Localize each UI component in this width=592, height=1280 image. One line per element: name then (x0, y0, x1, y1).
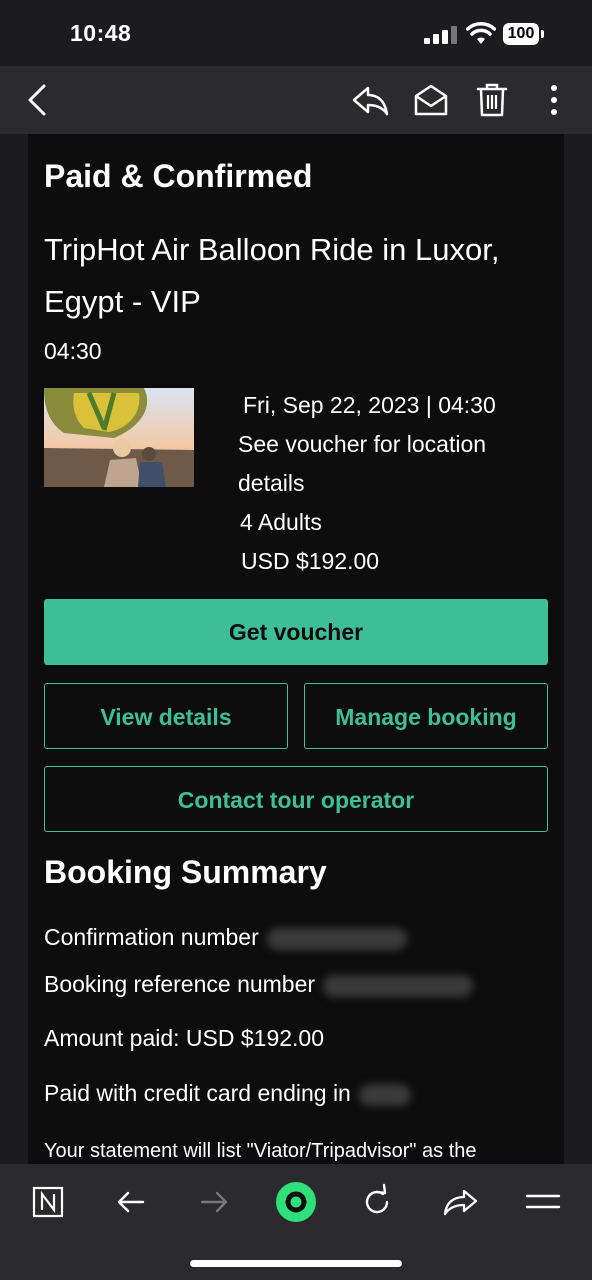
location-line-2: details (238, 470, 305, 496)
tour-price: USD $192.00 (241, 548, 380, 574)
view-details-button[interactable]: View details (44, 683, 288, 749)
email-body: Paid & Confirmed TripHot Air Balloon Rid… (28, 134, 564, 1164)
location-line-1: See voucher for location (238, 431, 487, 457)
tour-start-time: 04:30 (44, 338, 102, 364)
home-circle-icon[interactable] (274, 1180, 318, 1224)
confirmation-number-label: Confirmation number (44, 924, 259, 950)
tour-thumbnail[interactable] (44, 388, 194, 487)
battery-tip (541, 30, 544, 38)
status-bar: 10:48 100 (0, 0, 592, 66)
booking-reference-label: Booking reference number (44, 971, 316, 997)
tour-date-time: Fri, Sep 22, 2023 | 04:30 (243, 392, 496, 418)
redacted-value (323, 974, 474, 997)
back-arrow-icon[interactable] (109, 1180, 153, 1224)
redacted-value (266, 927, 407, 950)
booking-reference-row: Booking reference number (44, 971, 474, 998)
redacted-value (358, 1083, 411, 1106)
notion-icon[interactable] (26, 1180, 70, 1224)
refresh-icon[interactable] (355, 1180, 399, 1224)
status-time: 10:48 (70, 20, 132, 46)
tour-title[interactable]: TripHot Air Balloon Ride in Luxor, Egypt… (44, 224, 564, 328)
manage-booking-button[interactable]: Manage booking (304, 683, 548, 749)
amount-paid: Amount paid: USD $192.00 (44, 1025, 325, 1051)
balloon-photo (44, 388, 194, 487)
envelope-open-icon[interactable] (411, 80, 451, 120)
email-toolbar (0, 66, 592, 134)
share-icon[interactable] (438, 1180, 482, 1224)
card-row: Paid with credit card ending in (44, 1080, 411, 1107)
booking-summary-heading: Booking Summary (44, 854, 327, 890)
statement-note: Your statement will list "Viator/Tripadv… (44, 1140, 477, 1162)
more-vertical-icon[interactable] (534, 80, 574, 120)
signal-icon (424, 26, 457, 44)
battery-icon: 100 (503, 23, 545, 45)
battery-level: 100 (503, 23, 539, 45)
card-label: Paid with credit card ending in (44, 1080, 351, 1106)
menu-icon[interactable] (521, 1180, 565, 1224)
trash-icon[interactable] (472, 80, 512, 120)
wifi-icon (466, 22, 496, 44)
status-heading: Paid & Confirmed (44, 158, 313, 194)
chevron-left-icon[interactable] (18, 80, 58, 120)
get-voucher-button[interactable]: Get voucher (44, 599, 548, 665)
contact-operator-button[interactable]: Contact tour operator (44, 766, 548, 832)
forward-arrow-icon[interactable] (192, 1180, 236, 1224)
reply-icon[interactable] (350, 80, 390, 120)
confirmation-number-row: Confirmation number (44, 924, 407, 951)
traveler-count: 4 Adults (240, 509, 322, 535)
home-indicator[interactable] (190, 1260, 402, 1267)
